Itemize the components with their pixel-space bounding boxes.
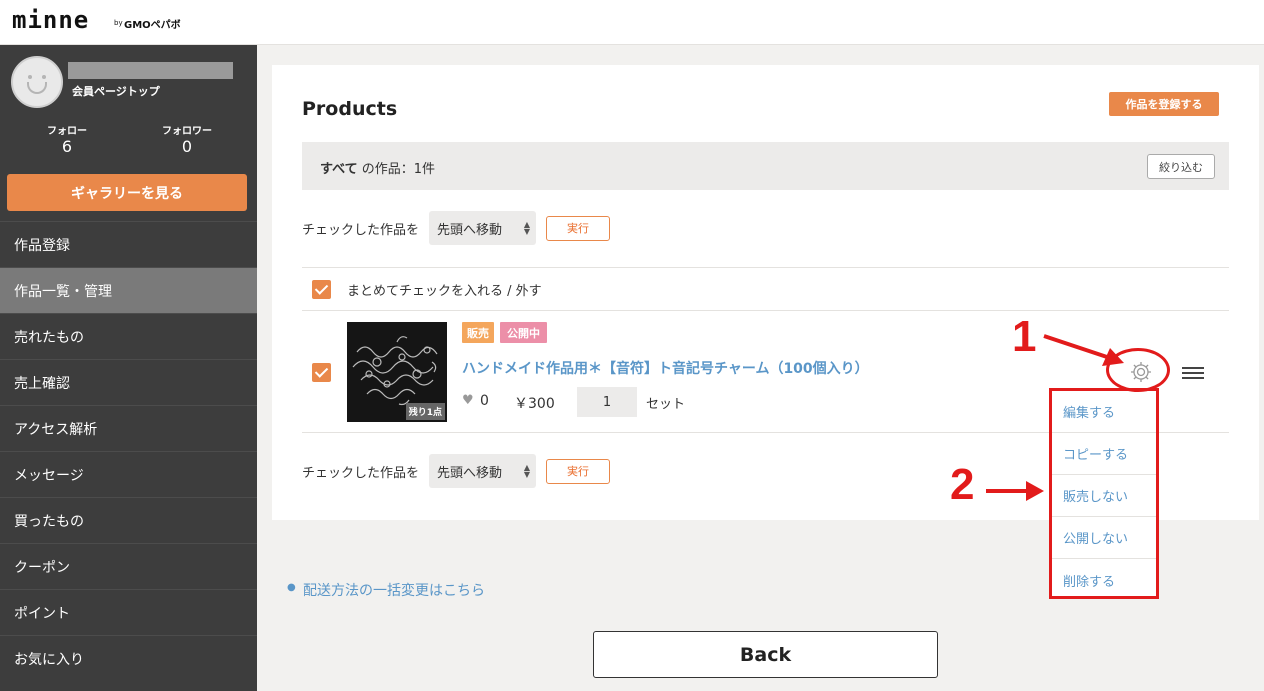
sidebar-item-register[interactable]: 作品登録 <box>0 221 257 267</box>
username-redacted <box>68 62 233 79</box>
bulk-action-label: チェックした作品を <box>302 222 420 238</box>
top-bar: minne by GMOペパボ <box>0 0 1264 45</box>
product-price: ￥300 <box>514 396 555 412</box>
hamburger-menu-icon[interactable] <box>1182 367 1204 379</box>
register-product-button[interactable]: 作品を登録する <box>1109 92 1219 116</box>
annotation-number-2: 2 <box>950 460 975 509</box>
bulk-action-label: チェックした作品を <box>302 465 420 481</box>
product-thumbnail[interactable]: 残り1点 <box>347 322 447 422</box>
annotation-number-1: 1 <box>1012 312 1037 361</box>
check-all-checkbox[interactable] <box>312 280 331 299</box>
logo-by-text: by <box>114 19 123 27</box>
product-checkbox[interactable] <box>312 363 331 382</box>
sidebar-item-sold[interactable]: 売れたもの <box>0 313 257 359</box>
product-action-menu: 編集する コピーする 販売しない 公開しない 削除する <box>1049 388 1159 599</box>
run-button[interactable]: 実行 <box>546 215 611 241</box>
menu-item-unpublish[interactable]: 公開しない <box>1052 517 1156 559</box>
follower-count[interactable]: 0 <box>132 137 242 156</box>
select-arrows-icon: ▲ ▼ <box>523 463 531 479</box>
run-button[interactable]: 実行 <box>546 458 611 484</box>
menu-item-copy[interactable]: コピーする <box>1052 433 1156 475</box>
divider <box>302 267 1229 268</box>
bullet-icon: ● <box>287 582 296 593</box>
like-count: 0 <box>480 393 489 409</box>
sidebar-item-points[interactable]: ポイント <box>0 589 257 635</box>
back-button[interactable]: Back <box>593 631 938 678</box>
product-count-text: すべて の作品：1件 <box>320 158 435 177</box>
filter-count: の作品：1件 <box>361 162 435 177</box>
bulk-shipping-link[interactable]: 配送方法の一括変更はこちら <box>303 580 485 600</box>
bulk-action-select[interactable]: 先頭へ移動 ▲ ▼ <box>429 454 537 488</box>
follower-label: フォロワー <box>162 126 212 137</box>
sidebar-item-analytics[interactable]: アクセス解析 <box>0 405 257 451</box>
bulk-action-select[interactable]: 先頭へ移動 ▲ ▼ <box>429 211 537 245</box>
follow-label: フォロー <box>47 126 87 137</box>
sidebar-item-messages[interactable]: メッセージ <box>0 451 257 497</box>
bulk-action-bottom: チェックした作品を 先頭へ移動 ▲ ▼ 実行 <box>302 454 611 488</box>
avatar[interactable] <box>11 56 63 108</box>
bulk-action-selected: 先頭へ移動 <box>437 465 503 481</box>
check-all-label[interactable]: まとめてチェックを入れる / 外す <box>347 280 542 299</box>
sidebar-item-favorites[interactable]: お気に入り <box>0 635 257 681</box>
filter-scope: すべて <box>320 162 358 177</box>
unit-label: セット <box>646 397 686 412</box>
sidebar-item-sales[interactable]: 売上確認 <box>0 359 257 405</box>
sidebar-item-products[interactable]: 作品一覧・管理 <box>0 267 257 313</box>
view-gallery-button[interactable]: ギャラリーを見る <box>7 174 247 211</box>
page-title: Products <box>302 98 398 120</box>
menu-item-stop-selling[interactable]: 販売しない <box>1052 475 1156 517</box>
member-top-link[interactable]: 会員ページトップ <box>72 83 160 99</box>
bulk-action-selected: 先頭へ移動 <box>437 222 503 238</box>
bulk-action-top: チェックした作品を 先頭へ移動 ▲ ▼ 実行 <box>302 211 611 245</box>
sale-tag: 販売 <box>462 322 494 343</box>
divider <box>302 310 1229 311</box>
filter-bar: すべて の作品：1件 絞り込む <box>302 142 1229 190</box>
gmo-pepabo-logo: GMOペパボ <box>124 20 181 31</box>
annotation-arrow-2 <box>986 481 1044 501</box>
heart-icon: ♥ <box>462 393 474 408</box>
sidebar: 会員ページトップ フォロー 6 フォロワー 0 ギャラリーを見る 作品登録 作品… <box>0 45 257 691</box>
select-arrows-icon: ▲ ▼ <box>523 220 531 236</box>
product-name-link[interactable]: ハンドメイド作品用＊【音符】ト音記号チャーム（100個入り） <box>462 358 869 378</box>
annotation-arrow-1 <box>1043 334 1124 366</box>
follow-count[interactable]: 6 <box>12 137 122 156</box>
filter-button[interactable]: 絞り込む <box>1147 154 1215 179</box>
minne-logo[interactable]: minne <box>12 6 89 34</box>
menu-item-edit[interactable]: 編集する <box>1052 391 1156 433</box>
sidebar-menu: 作品登録 作品一覧・管理 売れたもの 売上確認 アクセス解析 メッセージ 買った… <box>0 221 257 681</box>
quantity-field[interactable]: 1 <box>577 387 637 417</box>
menu-item-delete[interactable]: 削除する <box>1052 559 1156 601</box>
stock-badge: 残り1点 <box>405 403 445 420</box>
sidebar-item-purchased[interactable]: 買ったもの <box>0 497 257 543</box>
sidebar-item-coupons[interactable]: クーポン <box>0 543 257 589</box>
public-tag: 公開中 <box>500 322 547 343</box>
